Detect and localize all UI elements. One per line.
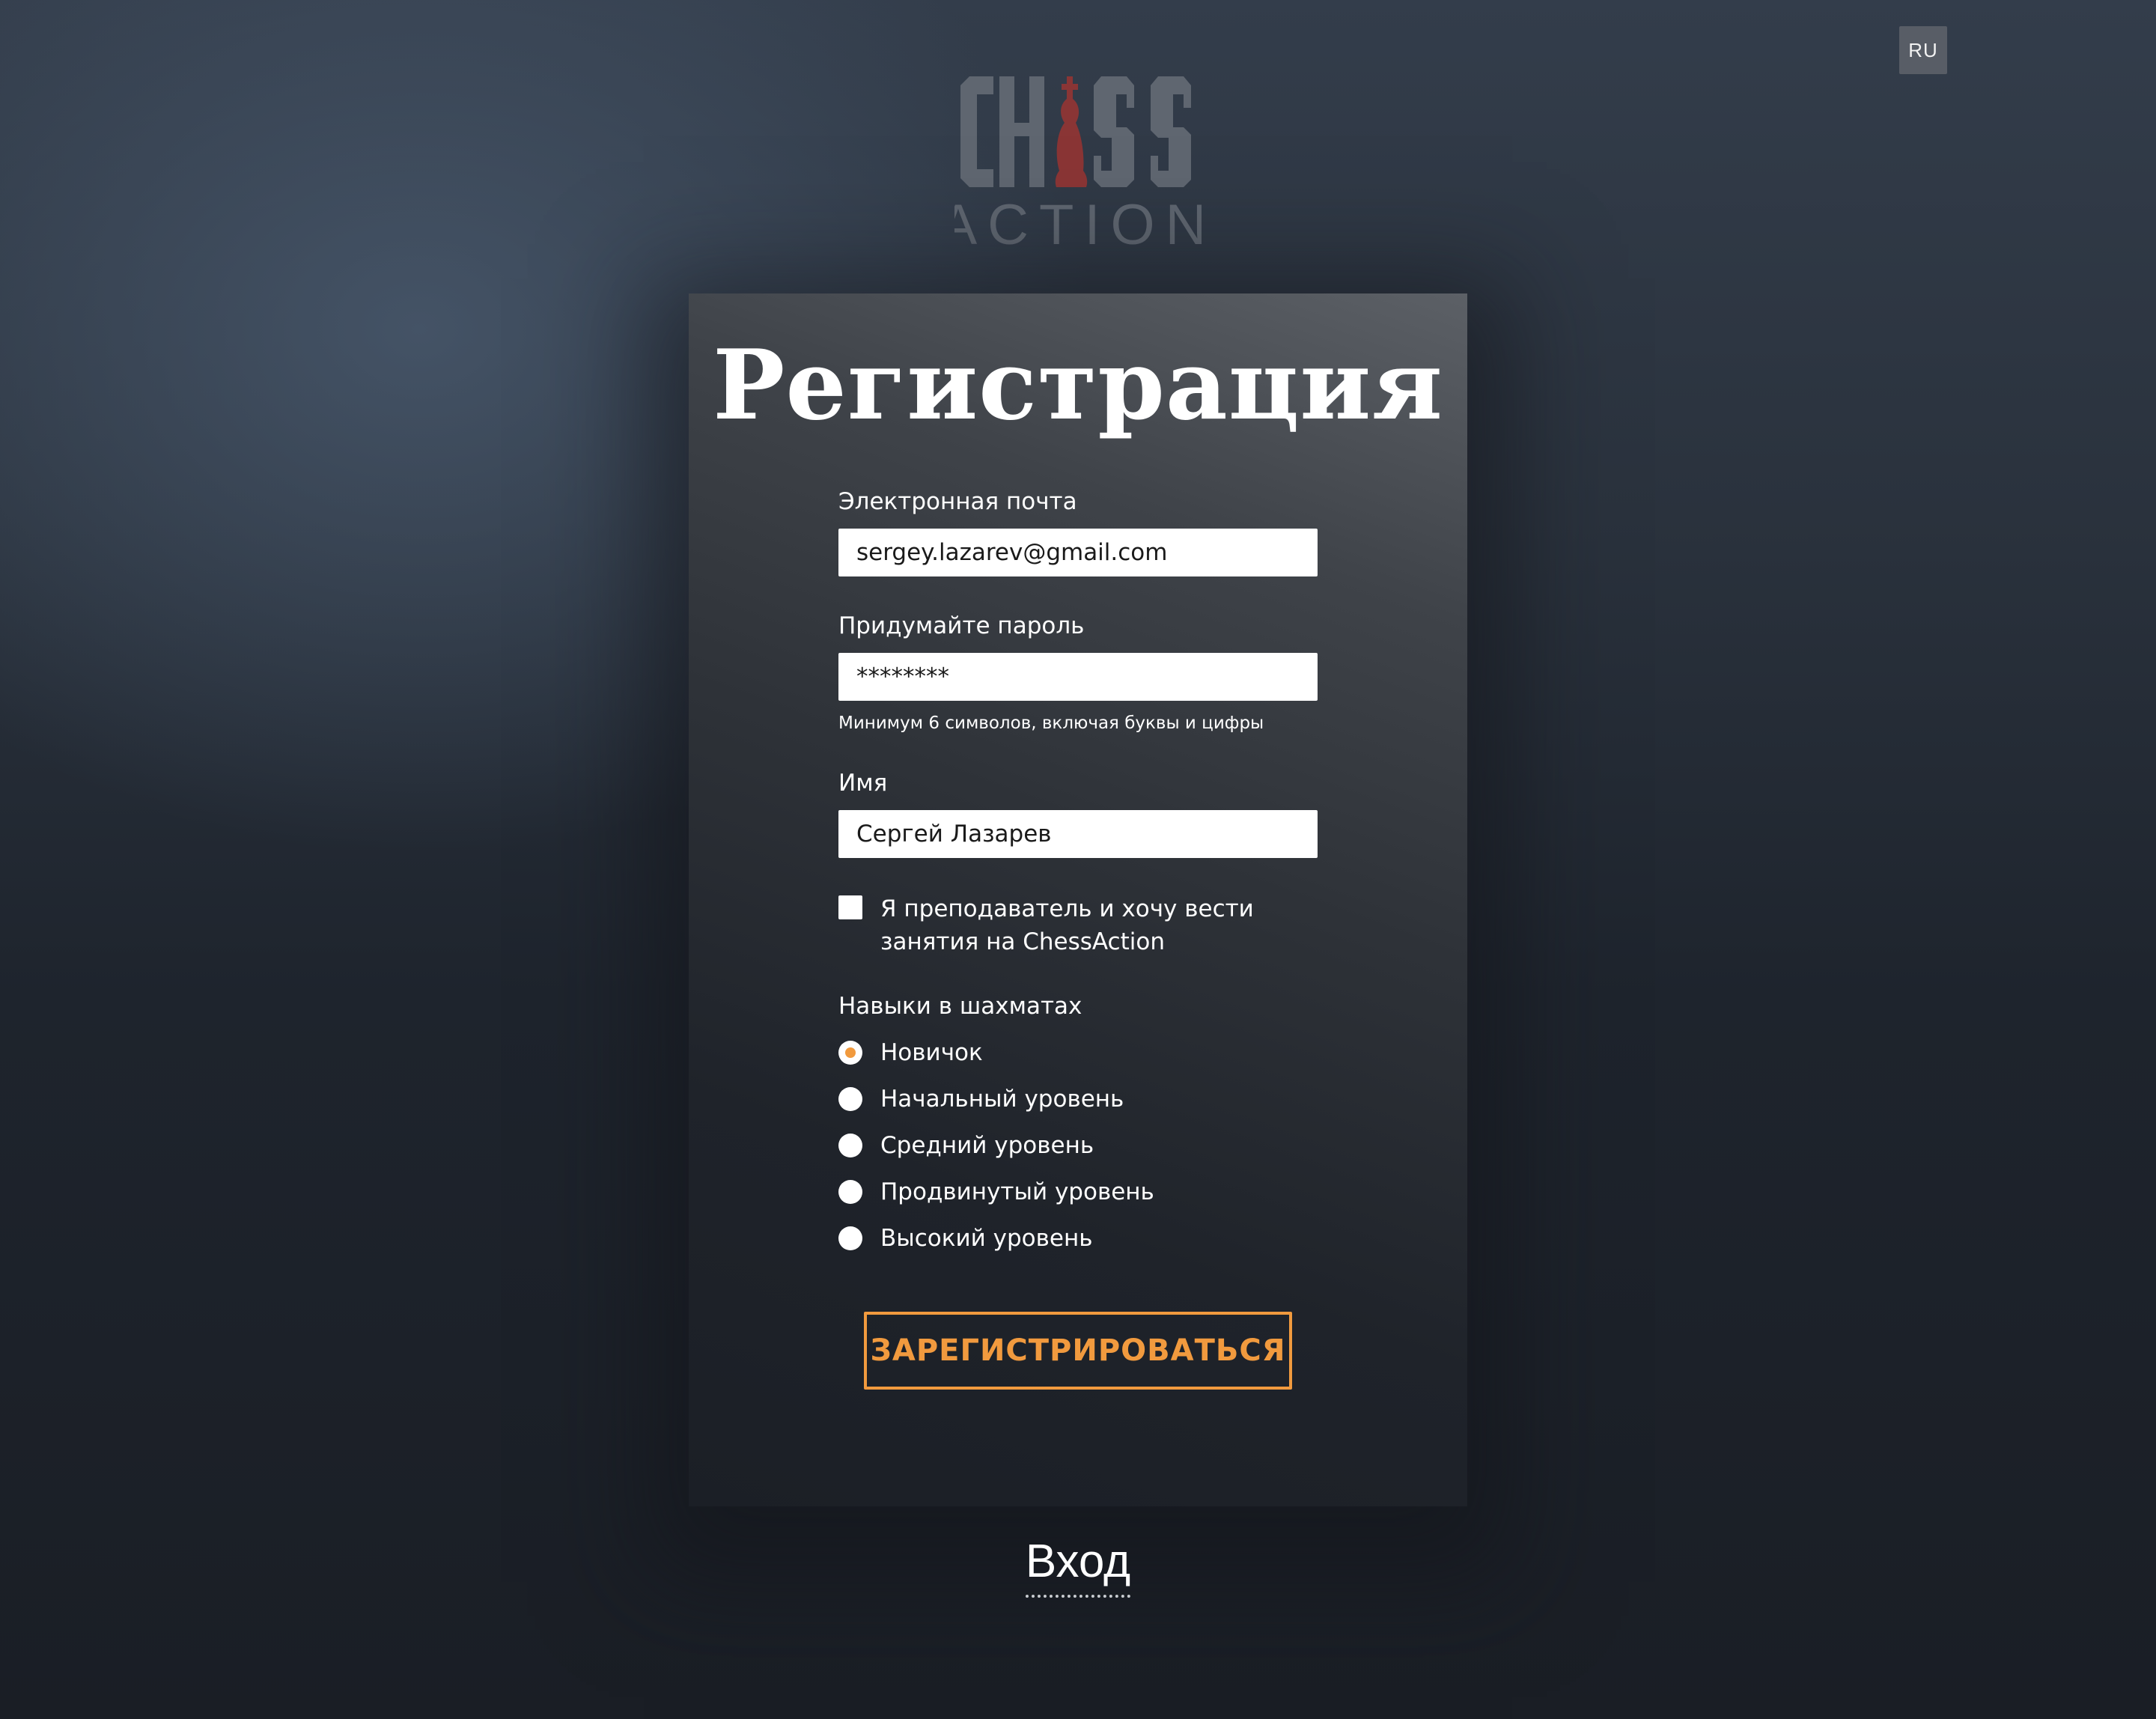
skill-option-novice[interactable]: Новичок	[838, 1036, 983, 1069]
skill-option-label[interactable]: Начальный уровень	[880, 1083, 1124, 1116]
page-title: Регистрация	[713, 329, 1443, 442]
password-field[interactable]: ********	[838, 653, 1318, 701]
skill-option-expert[interactable]: Высокий уровень	[838, 1222, 1093, 1255]
radio-button[interactable]	[838, 1087, 862, 1111]
logo-action-text: ACTION	[954, 193, 1202, 253]
email-label: Электронная почта	[838, 488, 1077, 515]
radio-button[interactable]	[838, 1226, 862, 1250]
skill-option-beginner[interactable]: Начальный уровень	[838, 1083, 1124, 1116]
teacher-checkbox-label[interactable]: Я преподаватель и хочу вести занятия на …	[880, 892, 1345, 958]
password-label: Придумайте пароль	[838, 612, 1085, 639]
email-field[interactable]: sergey.lazarev@gmail.com	[838, 529, 1318, 576]
login-link-container: Вход	[0, 1532, 2156, 1598]
skill-option-advanced[interactable]: Продвинутый уровень	[838, 1175, 1154, 1208]
teacher-checkbox-row[interactable]: Я преподаватель и хочу вести занятия на …	[838, 892, 1345, 958]
skill-option-label[interactable]: Высокий уровень	[880, 1222, 1093, 1255]
skills-label: Навыки в шахматах	[838, 993, 1082, 1020]
radio-button[interactable]	[838, 1041, 862, 1065]
name-field[interactable]: Сергей Лазарев	[838, 810, 1318, 858]
radio-button[interactable]	[838, 1134, 862, 1157]
skill-option-label[interactable]: Новичок	[880, 1036, 983, 1069]
password-hint: Минимум 6 символов, включая буквы и цифр…	[838, 714, 1264, 733]
radio-button[interactable]	[838, 1180, 862, 1204]
skill-option-intermediate[interactable]: Средний уровень	[838, 1129, 1094, 1162]
chessaction-logo: ACTION	[954, 66, 1202, 253]
register-button[interactable]: ЗАРЕГИСТРИРОВАТЬСЯ	[864, 1312, 1292, 1390]
name-label: Имя	[838, 770, 888, 797]
language-switch-button[interactable]: RU	[1899, 26, 1947, 74]
skill-option-label[interactable]: Продвинутый уровень	[880, 1175, 1154, 1208]
skill-option-label[interactable]: Средний уровень	[880, 1129, 1094, 1162]
teacher-checkbox[interactable]	[838, 895, 862, 919]
login-link[interactable]: Вход	[1025, 1532, 1131, 1598]
